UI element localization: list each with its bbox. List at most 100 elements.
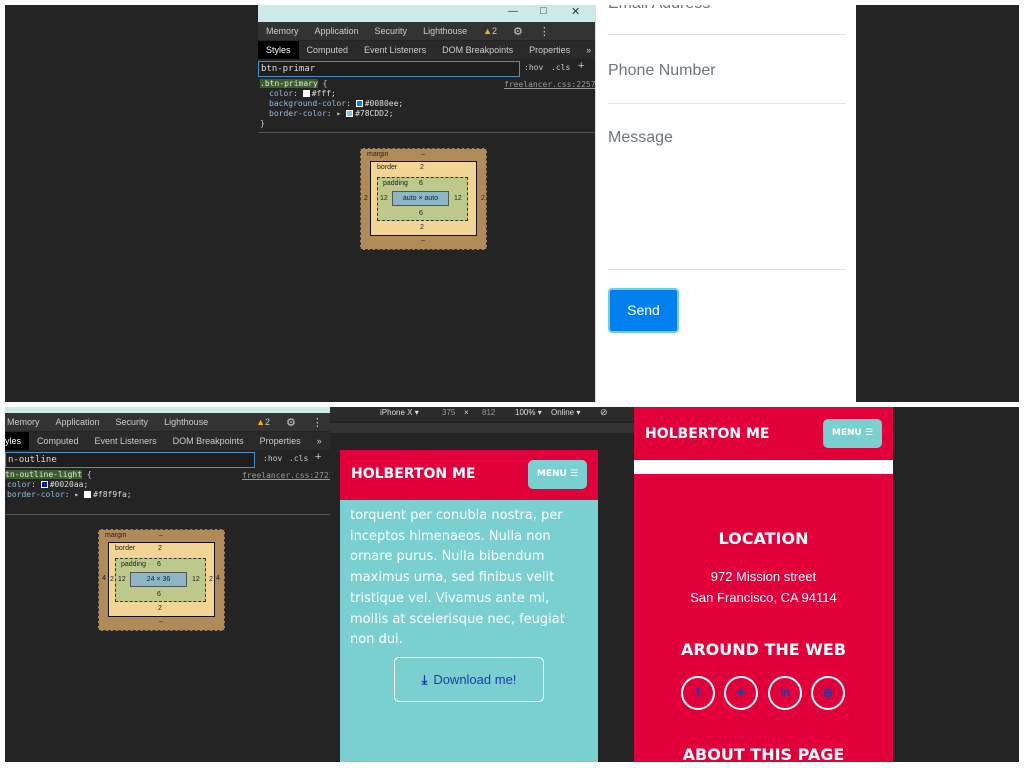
devtools-subtabs: yles Computed Event Listeners DOM Breakp… bbox=[5, 432, 330, 450]
padding-left-value: 12 bbox=[380, 195, 388, 202]
network-select[interactable]: Online ▾ bbox=[551, 408, 580, 417]
box-model-padding: padding 6 12 12 6 24 × 36 bbox=[115, 558, 206, 602]
divider bbox=[5, 514, 330, 515]
close-button[interactable]: ✕ bbox=[571, 5, 580, 18]
twitter-icon[interactable]: ✦ bbox=[724, 676, 758, 710]
width-input[interactable]: 375 bbox=[442, 408, 455, 417]
warning-badge[interactable]: ▲2 bbox=[475, 26, 505, 36]
source-link[interactable]: freelancer.css:2721 bbox=[242, 471, 330, 480]
margin-right-value: 4 bbox=[216, 575, 220, 582]
mobile-viewport-right: HOLBERTON ME MENU ☰ LOCATION 972 Mission… bbox=[634, 407, 1019, 762]
prop-color[interactable]: color bbox=[7, 480, 31, 489]
subtab-styles[interactable]: Styles bbox=[258, 41, 299, 59]
color-swatch[interactable] bbox=[84, 491, 92, 498]
tab-application[interactable]: Application bbox=[307, 26, 367, 36]
value-color[interactable]: #0020aa; bbox=[50, 480, 89, 489]
more-tabs-icon[interactable]: » bbox=[309, 436, 330, 446]
devtools-bottom: Memory Application Security Lighthouse ▲… bbox=[5, 407, 330, 762]
minimize-button[interactable]: — bbox=[508, 6, 518, 17]
warning-badge[interactable]: ▲2 bbox=[216, 417, 278, 427]
tab-application[interactable]: Application bbox=[48, 417, 108, 427]
mobile-viewport-left: iPhone X ▾ 375 × 812 100% ▾ Online ▾ ⊘ H… bbox=[330, 407, 634, 762]
subtab-styles[interactable]: yles bbox=[5, 432, 30, 450]
tab-security[interactable]: Security bbox=[367, 26, 416, 36]
subtab-event-listeners[interactable]: Event Listeners bbox=[87, 436, 165, 446]
tab-lighthouse[interactable]: Lighthouse bbox=[415, 26, 475, 36]
subtab-dom-breakpoints[interactable]: DOM Breakpoints bbox=[165, 436, 252, 446]
color-swatch[interactable] bbox=[346, 110, 354, 117]
rule-selector[interactable]: .btn-primary bbox=[260, 79, 318, 88]
phone-field-placeholder: Phone Number bbox=[608, 62, 716, 79]
value-border-color[interactable]: #78CDD2; bbox=[355, 109, 394, 118]
border-bottom-value: 2 bbox=[158, 605, 162, 612]
dribbble-icon[interactable]: ⊕ bbox=[811, 676, 845, 710]
hov-toggle[interactable]: :hov bbox=[524, 63, 543, 72]
tab-memory[interactable]: Memory bbox=[5, 417, 48, 427]
brand[interactable]: HOLBERTON ME bbox=[351, 466, 475, 482]
brand[interactable]: HOLBERTON ME bbox=[645, 426, 769, 442]
subtab-computed[interactable]: Computed bbox=[29, 436, 87, 446]
facebook-icon[interactable]: f bbox=[681, 676, 715, 710]
new-rule-button[interactable]: + bbox=[315, 451, 321, 463]
prop-border-color[interactable]: border-color bbox=[269, 109, 327, 118]
hamburger-icon: ☰ bbox=[865, 428, 874, 438]
mobile-page-right: HOLBERTON ME MENU ☰ LOCATION 972 Mission… bbox=[634, 407, 893, 762]
margin-label: margin bbox=[105, 532, 127, 539]
value-color[interactable]: #fff; bbox=[312, 89, 336, 98]
tab-lighthouse[interactable]: Lighthouse bbox=[156, 417, 216, 427]
devtools-top: — □ ✕ Memory Application Security Lighth… bbox=[258, 5, 595, 402]
rule-selector[interactable]: tn-outline-light bbox=[5, 470, 83, 479]
new-rule-button[interactable]: + bbox=[578, 60, 584, 72]
divider bbox=[258, 132, 595, 133]
styles-filter-input[interactable]: btn-primar bbox=[258, 61, 520, 77]
around-the-web-heading: AROUND THE WEB bbox=[680, 640, 847, 659]
send-button[interactable]: Send bbox=[608, 288, 679, 333]
kebab-menu-icon[interactable]: ⋮ bbox=[531, 25, 558, 38]
color-swatch[interactable] bbox=[40, 481, 48, 488]
download-button[interactable]: ⤓ Download me! bbox=[394, 657, 544, 702]
about-page-heading: ABOUT THIS PAGE bbox=[682, 745, 845, 762]
value-border-color[interactable]: #f8f9fa; bbox=[93, 490, 132, 499]
zoom-select[interactable]: 100% ▾ bbox=[515, 408, 542, 417]
cls-toggle[interactable]: .cls bbox=[551, 63, 570, 72]
subtab-dom-breakpoints[interactable]: DOM Breakpoints bbox=[434, 45, 521, 55]
navbar: HOLBERTON ME MENU ☰ bbox=[340, 450, 598, 500]
prop-background-color[interactable]: background-color bbox=[269, 99, 346, 108]
prop-color[interactable]: color bbox=[269, 89, 293, 98]
value-background-color[interactable]: #0080ee; bbox=[365, 99, 404, 108]
subtab-computed[interactable]: Computed bbox=[299, 45, 357, 55]
rotate-icon[interactable]: ⊘ bbox=[600, 407, 608, 418]
device-select[interactable]: iPhone X ▾ bbox=[380, 408, 419, 417]
kebab-menu-icon[interactable]: ⋮ bbox=[304, 416, 330, 429]
box-model-padding: padding 6 12 12 6 auto × auto bbox=[377, 177, 468, 221]
about-paragraph: torquent per conubia nostra, per incepto… bbox=[350, 508, 565, 648]
source-link[interactable]: freelancer.css:2257 bbox=[504, 80, 595, 89]
color-swatch[interactable] bbox=[302, 90, 310, 97]
gear-icon[interactable]: ⚙ bbox=[505, 25, 531, 38]
menu-label: MENU bbox=[536, 469, 567, 479]
subtab-event-listeners[interactable]: Event Listeners bbox=[356, 45, 434, 55]
linkedin-icon[interactable]: in bbox=[768, 676, 802, 710]
styles-filter-input[interactable]: n-outline bbox=[5, 452, 255, 468]
contact-form-panel: Email Address Phone Number Message Send bbox=[595, 5, 856, 402]
subtab-properties[interactable]: Properties bbox=[252, 436, 309, 446]
cls-toggle[interactable]: .cls bbox=[289, 454, 308, 463]
maximize-button[interactable]: □ bbox=[540, 5, 547, 17]
hov-toggle[interactable]: :hov bbox=[263, 454, 282, 463]
subtab-properties[interactable]: Properties bbox=[521, 45, 578, 55]
phone-field[interactable]: Phone Number bbox=[608, 47, 846, 104]
email-field[interactable]: Email Address bbox=[608, 5, 846, 35]
menu-button[interactable]: MENU ☰ bbox=[823, 419, 882, 448]
menu-button[interactable]: MENU ☰ bbox=[528, 460, 587, 489]
tab-memory[interactable]: Memory bbox=[258, 26, 307, 36]
color-swatch[interactable] bbox=[355, 100, 363, 107]
rule-brace-close: } bbox=[260, 119, 265, 128]
gear-icon[interactable]: ⚙ bbox=[278, 416, 304, 429]
border-right-value: 2 bbox=[481, 195, 485, 202]
tab-security[interactable]: Security bbox=[108, 417, 157, 427]
height-input[interactable]: 812 bbox=[482, 408, 495, 417]
message-field[interactable]: Message bbox=[608, 115, 846, 270]
more-tabs-icon[interactable]: » bbox=[578, 45, 595, 55]
devtools-titlebar: — □ ✕ bbox=[258, 5, 595, 22]
prop-border-color[interactable]: border-color bbox=[7, 490, 65, 499]
